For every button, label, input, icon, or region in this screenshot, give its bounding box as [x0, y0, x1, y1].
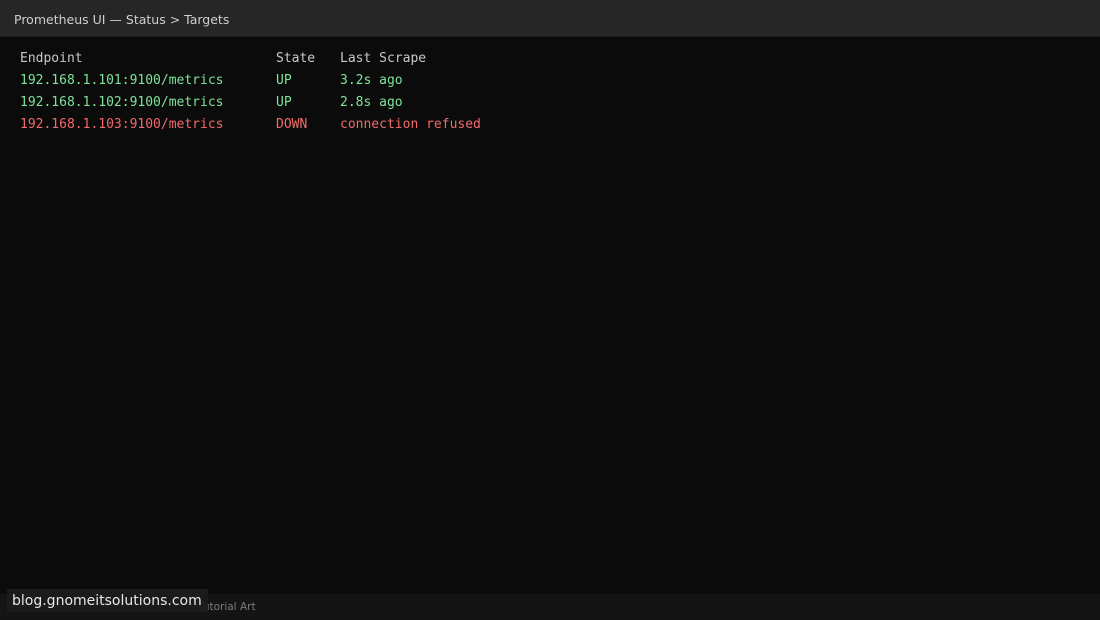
- column-header-last-scrape[interactable]: Last Scrape: [340, 48, 426, 70]
- window-titlebar: Prometheus UI — Status > Targets: [0, 0, 1100, 37]
- target-state: UP: [276, 73, 292, 88]
- target-endpoint-link[interactable]: 192.168.1.101:9100/metrics: [20, 70, 224, 92]
- target-state: DOWN: [276, 117, 308, 132]
- target-endpoint-link[interactable]: 192.168.1.102:9100/metrics: [20, 92, 224, 114]
- watermark-label: blog.gnomeitsolutions.com: [7, 589, 208, 612]
- column-header-state[interactable]: State: [276, 48, 315, 70]
- column-header-endpoint[interactable]: Endpoint: [20, 48, 83, 70]
- target-endpoint-link[interactable]: 192.168.1.103:9100/metrics: [20, 114, 224, 136]
- window-title: Prometheus UI — Status > Targets: [14, 12, 230, 27]
- target-last-scrape: 3.2s ago: [340, 73, 403, 88]
- target-last-scrape: connection refused: [340, 117, 481, 132]
- target-last-scrape: 2.8s ago: [340, 95, 403, 110]
- target-state: UP: [276, 95, 292, 110]
